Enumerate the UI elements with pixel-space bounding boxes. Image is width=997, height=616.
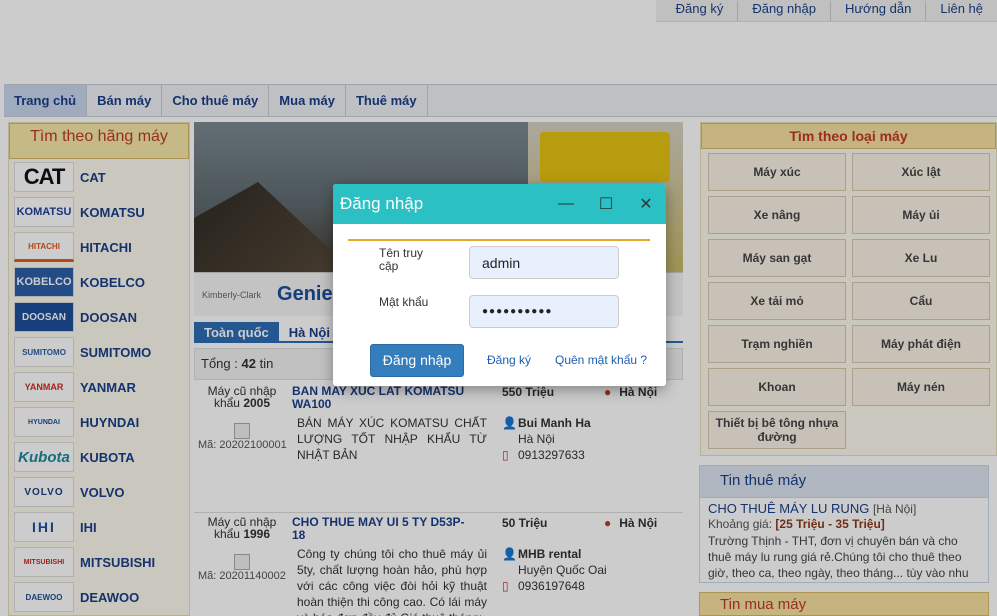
login-dialog: Đăng nhập — ☐ ✕ Tên truy cập Mật khẩu ●●…	[333, 184, 666, 386]
maximize-icon[interactable]: ☐	[586, 194, 626, 214]
dialog-titlebar: Đăng nhập — ☐ ✕	[333, 184, 666, 224]
dialog-divider	[348, 239, 650, 241]
close-icon[interactable]: ✕	[626, 194, 666, 214]
password-field[interactable]: ●●●●●●●●●●	[469, 295, 619, 328]
minimize-icon[interactable]: —	[546, 195, 586, 213]
login-submit-button[interactable]: Đăng nhập	[370, 344, 464, 377]
username-label: Tên truy cập	[379, 246, 424, 273]
dialog-register-link[interactable]: Đăng ký	[487, 353, 531, 367]
username-field[interactable]	[469, 246, 619, 279]
password-label: Mật khẩu	[379, 295, 429, 309]
dialog-title: Đăng nhập	[340, 194, 424, 213]
forgot-password-link[interactable]: Quên mật khẩu ?	[555, 353, 647, 367]
